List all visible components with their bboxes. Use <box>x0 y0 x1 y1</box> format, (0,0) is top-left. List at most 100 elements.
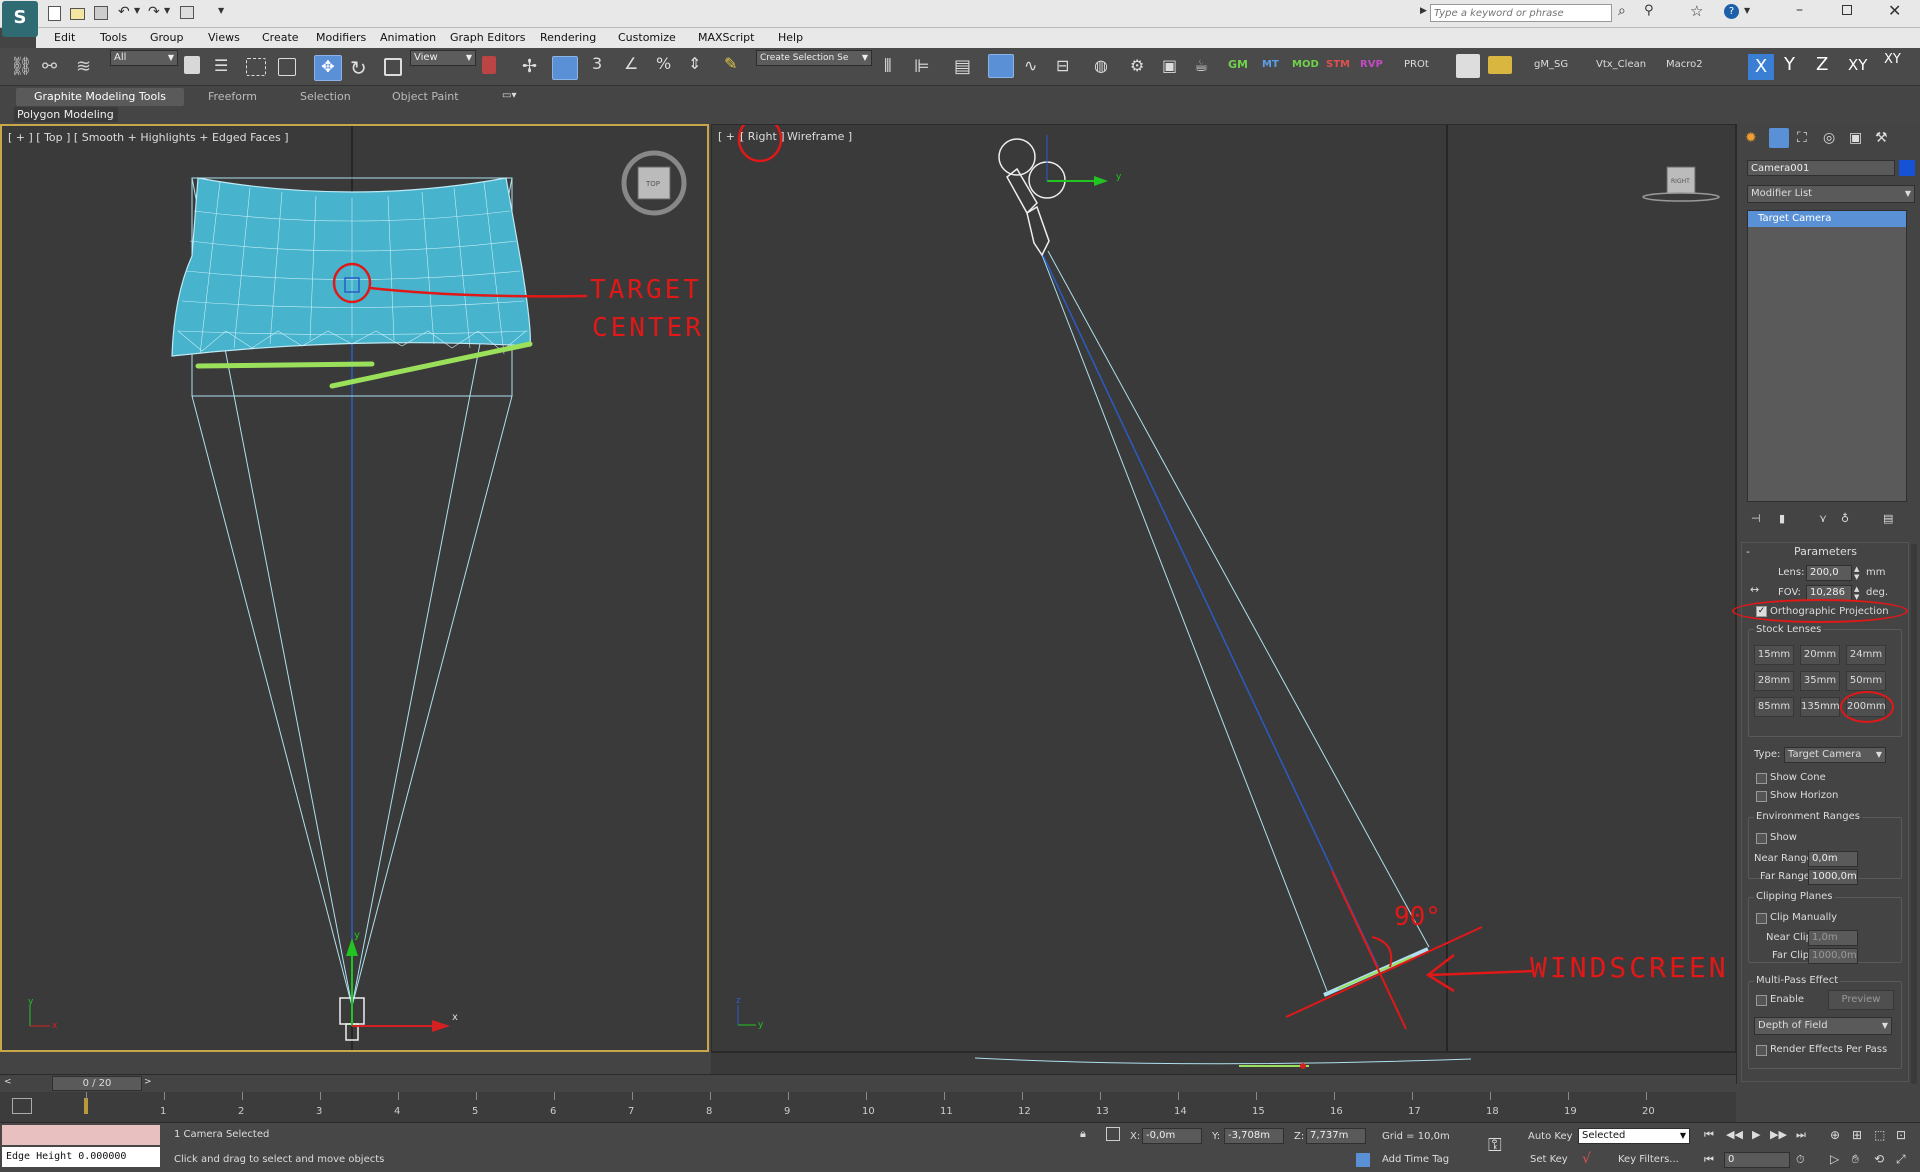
remove-modifier-icon[interactable]: ♁ <box>1841 512 1849 525</box>
lens-28mm-button[interactable]: 28mm <box>1754 671 1794 691</box>
multipass-enable-checkbox[interactable] <box>1756 995 1767 1006</box>
axis-constraint-xy-cycle[interactable]: XY <box>1884 52 1901 67</box>
zoom-extents-all-icon[interactable]: ⊡ <box>1896 1128 1906 1142</box>
coord-y-field[interactable]: -3,708m <box>1224 1128 1284 1144</box>
lens-spinner[interactable]: 200,0 <box>1806 565 1852 581</box>
percent-snap-icon[interactable]: % <box>656 54 678 76</box>
spinner-arrows-icon[interactable]: ▲ ▼ <box>1854 565 1859 581</box>
zoom-extents-icon[interactable]: ⬚ <box>1874 1128 1885 1142</box>
menu-help[interactable]: Help <box>778 31 803 44</box>
menu-tools[interactable]: Tools <box>100 31 127 44</box>
lock-selection-icon[interactable]: 🔒︎ <box>1080 1127 1086 1141</box>
next-frame-icon[interactable]: ▶▶ <box>1770 1128 1787 1141</box>
absolute-mode-icon[interactable] <box>1106 1127 1120 1141</box>
rollout-collapse-icon[interactable]: - <box>1746 545 1750 558</box>
minimize-icon[interactable]: – <box>1796 2 1803 18</box>
menu-modifiers[interactable]: Modifiers <box>316 31 366 44</box>
select-and-rotate-icon[interactable]: ↻ <box>350 56 372 80</box>
render-setup-icon[interactable]: ⚙ <box>1130 56 1152 78</box>
object-name-field[interactable] <box>1747 160 1895 176</box>
show-end-result-icon[interactable]: ▮ <box>1779 512 1785 525</box>
pin-stack-icon[interactable]: ⊣ <box>1751 512 1761 525</box>
key-mode-toggle-icon[interactable]: ⏮ <box>1704 1153 1714 1167</box>
favorites-star-icon[interactable]: ☆ <box>1690 2 1703 20</box>
modifier-stack[interactable]: Target Camera <box>1747 210 1907 502</box>
rectangular-selection-icon[interactable] <box>246 58 266 76</box>
key-icon[interactable]: ⚿ <box>1488 1135 1502 1156</box>
select-manipulate-icon[interactable]: ✢ <box>522 56 544 78</box>
time-slider[interactable]: < 0 / 20 > <box>0 1074 1736 1092</box>
script-button-prot[interactable]: PROt <box>1404 59 1429 70</box>
ribbon-tab-freeform[interactable]: Freeform <box>208 90 257 103</box>
coord-z-field[interactable]: 7,737m <box>1306 1128 1366 1144</box>
camera-type-dropdown[interactable]: Target Camera ▼ <box>1784 747 1886 763</box>
show-horizon-label[interactable]: Show Horizon <box>1770 790 1838 801</box>
script-button-gm-sg[interactable]: gM_SG <box>1534 59 1568 70</box>
preview-button[interactable]: Preview <box>1828 990 1894 1010</box>
select-by-name-icon[interactable]: ☰ <box>214 56 236 78</box>
ribbon-options-icon[interactable]: ▭▾ <box>502 90 516 101</box>
render-per-pass-label[interactable]: Render Effects Per Pass <box>1770 1044 1887 1055</box>
curve-editor-icon[interactable]: ∿ <box>1024 56 1046 78</box>
project-folder-icon[interactable] <box>180 6 194 19</box>
redo-dropdown-icon[interactable]: ▼ <box>164 6 170 15</box>
search-input[interactable] <box>1430 4 1612 22</box>
far-clip-spinner[interactable]: 1000,0m <box>1808 948 1858 964</box>
menu-maxscript[interactable]: MAXScript <box>698 31 754 44</box>
lens-24mm-button[interactable]: 24mm <box>1846 645 1886 665</box>
close-icon[interactable]: ✕ <box>1888 1 1901 20</box>
key-filters-curve-icon[interactable]: √ <box>1582 1151 1591 1167</box>
pan-icon[interactable]: ✋︎ <box>1852 1152 1859 1167</box>
show-cone-checkbox[interactable] <box>1756 773 1767 784</box>
field-of-view-icon[interactable]: ▷ <box>1830 1152 1839 1166</box>
undo-dropdown-icon[interactable]: ▼ <box>134 6 140 15</box>
zoom-all-icon[interactable]: ⊞ <box>1852 1128 1862 1142</box>
material-editor-icon[interactable]: ◍ <box>1094 56 1116 78</box>
show-cone-label[interactable]: Show Cone <box>1770 772 1826 783</box>
orbit-icon[interactable]: ⟲ <box>1874 1152 1884 1166</box>
time-tag-icon[interactable] <box>1356 1153 1370 1167</box>
modifier-list-dropdown[interactable]: Modifier List ▼ <box>1747 185 1915 203</box>
ribbon-tab-object-paint[interactable]: Object Paint <box>392 90 459 103</box>
save-file-icon[interactable] <box>94 6 108 20</box>
search-expand-icon[interactable]: ▶ <box>1420 6 1427 16</box>
select-and-scale-icon[interactable] <box>384 58 402 76</box>
binoculars-icon[interactable]: ⌕ <box>1618 3 1626 19</box>
create-tab-icon[interactable]: ✹ <box>1745 130 1757 146</box>
graphite-toggle-icon[interactable] <box>988 54 1014 78</box>
maximize-viewport-icon[interactable]: ⤢ <box>1896 1152 1906 1167</box>
lens-20mm-button[interactable]: 20mm <box>1800 645 1840 665</box>
track-bar[interactable]: 1 2 3 4 5 6 7 8 9 10 11 12 13 14 15 16 17 18 19 20 <box>0 1092 1736 1122</box>
mini-curve-editor-icon[interactable] <box>12 1098 32 1114</box>
spinner-snap-icon[interactable]: ⇕ <box>688 54 710 76</box>
clip-manually-checkbox[interactable] <box>1756 913 1767 924</box>
render-production-icon[interactable]: ☕ <box>1194 56 1216 78</box>
add-time-tag[interactable]: Add Time Tag <box>1382 1154 1449 1165</box>
far-range-spinner[interactable]: 1000,0m <box>1808 869 1858 885</box>
menu-graph-editors[interactable]: Graph Editors <box>450 31 526 44</box>
render-per-pass-checkbox[interactable] <box>1756 1045 1767 1056</box>
fov-direction-icon[interactable]: ↔ <box>1750 583 1759 596</box>
zoom-icon[interactable]: ⊕ <box>1830 1128 1840 1142</box>
text-tools-icon[interactable] <box>1456 54 1480 78</box>
ribbon-tab-selection[interactable]: Selection <box>300 90 351 103</box>
lens-135mm-button[interactable]: 135mm <box>1800 697 1840 717</box>
quick-access-dropdown-icon[interactable]: ▼ <box>218 6 224 15</box>
viewport-top-canvas[interactable]: TARGET CENTER TOP x y y x <box>2 126 707 1050</box>
maxscript-output[interactable]: Edge Height 0.000000 <box>2 1147 160 1167</box>
script-button-rvp[interactable]: RVP <box>1360 59 1383 70</box>
restore-icon[interactable] <box>1842 5 1852 15</box>
lens-50mm-button[interactable]: 50mm <box>1846 671 1886 691</box>
app-logo[interactable]: S <box>2 1 38 37</box>
utilities-tab-icon[interactable]: ⚒ <box>1875 130 1888 146</box>
prev-frame-icon[interactable]: ◀◀ <box>1726 1128 1743 1141</box>
menu-create[interactable]: Create <box>262 31 299 44</box>
bind-to-space-warp-icon[interactable]: ≋ <box>76 56 98 78</box>
help-dropdown-icon[interactable]: ▼ <box>1744 6 1750 15</box>
uv-tools-icon[interactable] <box>1488 56 1512 74</box>
set-key-button[interactable]: Set Key <box>1530 1154 1568 1165</box>
selection-filter-dropdown[interactable]: All ▼ <box>110 50 178 66</box>
lens-85mm-button[interactable]: 85mm <box>1754 697 1794 717</box>
menu-group[interactable]: Group <box>150 31 184 44</box>
axis-constraint-z[interactable]: Z <box>1816 54 1828 75</box>
